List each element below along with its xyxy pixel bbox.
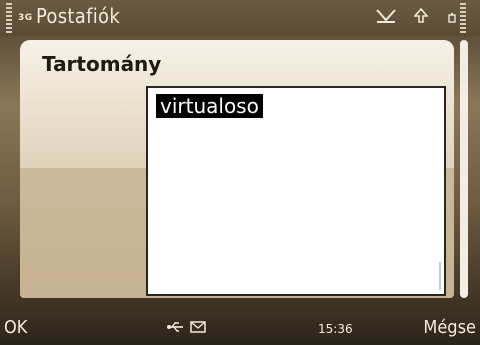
field-label: Tartomány: [42, 52, 162, 76]
usb-icon: [166, 321, 184, 336]
battery-small-icon: [448, 11, 456, 26]
status-bar: 3G Postafiók: [0, 0, 480, 36]
editor-scroll-indicator: [439, 262, 441, 290]
battery-level-icon: [460, 3, 466, 33]
domain-text-editor[interactable]: virtualoso: [146, 86, 446, 296]
cancel-softkey[interactable]: Mégse: [423, 317, 476, 338]
upload-arrow-icon: [413, 7, 429, 27]
ok-softkey[interactable]: OK: [4, 317, 27, 338]
network-type: 3G: [18, 13, 33, 23]
domain-input-value[interactable]: virtualoso: [156, 94, 263, 118]
scrollbar[interactable]: [460, 40, 468, 298]
app-title: Postafiók: [36, 4, 121, 28]
envelope-check-icon: [376, 8, 396, 27]
phone-screen: 3G Postafiók Tartomány virtualoso OK 15:…: [0, 0, 480, 345]
settings-panel: Tartomány virtualoso: [20, 40, 454, 298]
mail-icon: [190, 321, 206, 336]
clock: 15:36: [318, 322, 353, 336]
softkey-bar: OK 15:36 Mégse: [0, 312, 480, 345]
signal-strength-icon: [6, 3, 12, 33]
